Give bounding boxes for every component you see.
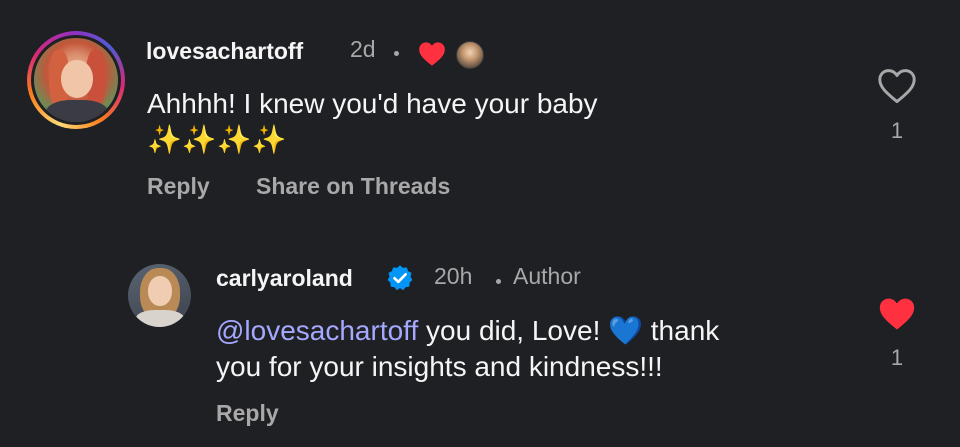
comment-emoji-line: ✨✨✨✨ [147, 124, 287, 155]
like-count: 1 [890, 345, 904, 370]
comment-text-fragment: you did, Love! 💙 thank [418, 315, 720, 346]
like-count: 1 [890, 118, 904, 143]
reply-button[interactable]: Reply [216, 400, 279, 427]
comment-username[interactable]: lovesachartoff [146, 38, 303, 65]
share-on-threads-button[interactable]: Share on Threads [256, 173, 450, 200]
avatar-story-ring[interactable] [27, 31, 125, 129]
comments-thread: lovesachartoff 2d Ahhhh! I knew you'd ha… [0, 0, 960, 447]
separator-dot [394, 51, 399, 56]
creator-liked-heart-icon [419, 42, 445, 66]
separator-dot [496, 279, 501, 284]
comment-text: Ahhhh! I knew you'd have your baby ✨✨✨✨ [147, 86, 847, 158]
comment-username[interactable]: carlyaroland [216, 265, 353, 292]
comment-timestamp: 20h [434, 263, 473, 289]
verified-badge-icon [387, 265, 413, 291]
creator-avatar-mini [456, 41, 484, 69]
author-label: Author [513, 263, 581, 289]
comment-text: @lovesachartoff you did, Love! 💙 thank y… [216, 313, 856, 385]
comment-text-line: you for your insights and kindness!!! [216, 351, 663, 382]
like-heart-outline-icon[interactable] [877, 68, 917, 104]
avatar [34, 38, 118, 122]
comment-text-line: @lovesachartoff you did, Love! 💙 thank [216, 313, 856, 349]
reply-button[interactable]: Reply [147, 173, 210, 200]
like-heart-filled-icon[interactable] [877, 296, 917, 332]
mention-link[interactable]: @lovesachartoff [216, 315, 418, 346]
comment-text-line: Ahhhh! I knew you'd have your baby [147, 88, 598, 119]
avatar[interactable] [128, 264, 191, 327]
comment-timestamp: 2d [350, 36, 376, 62]
